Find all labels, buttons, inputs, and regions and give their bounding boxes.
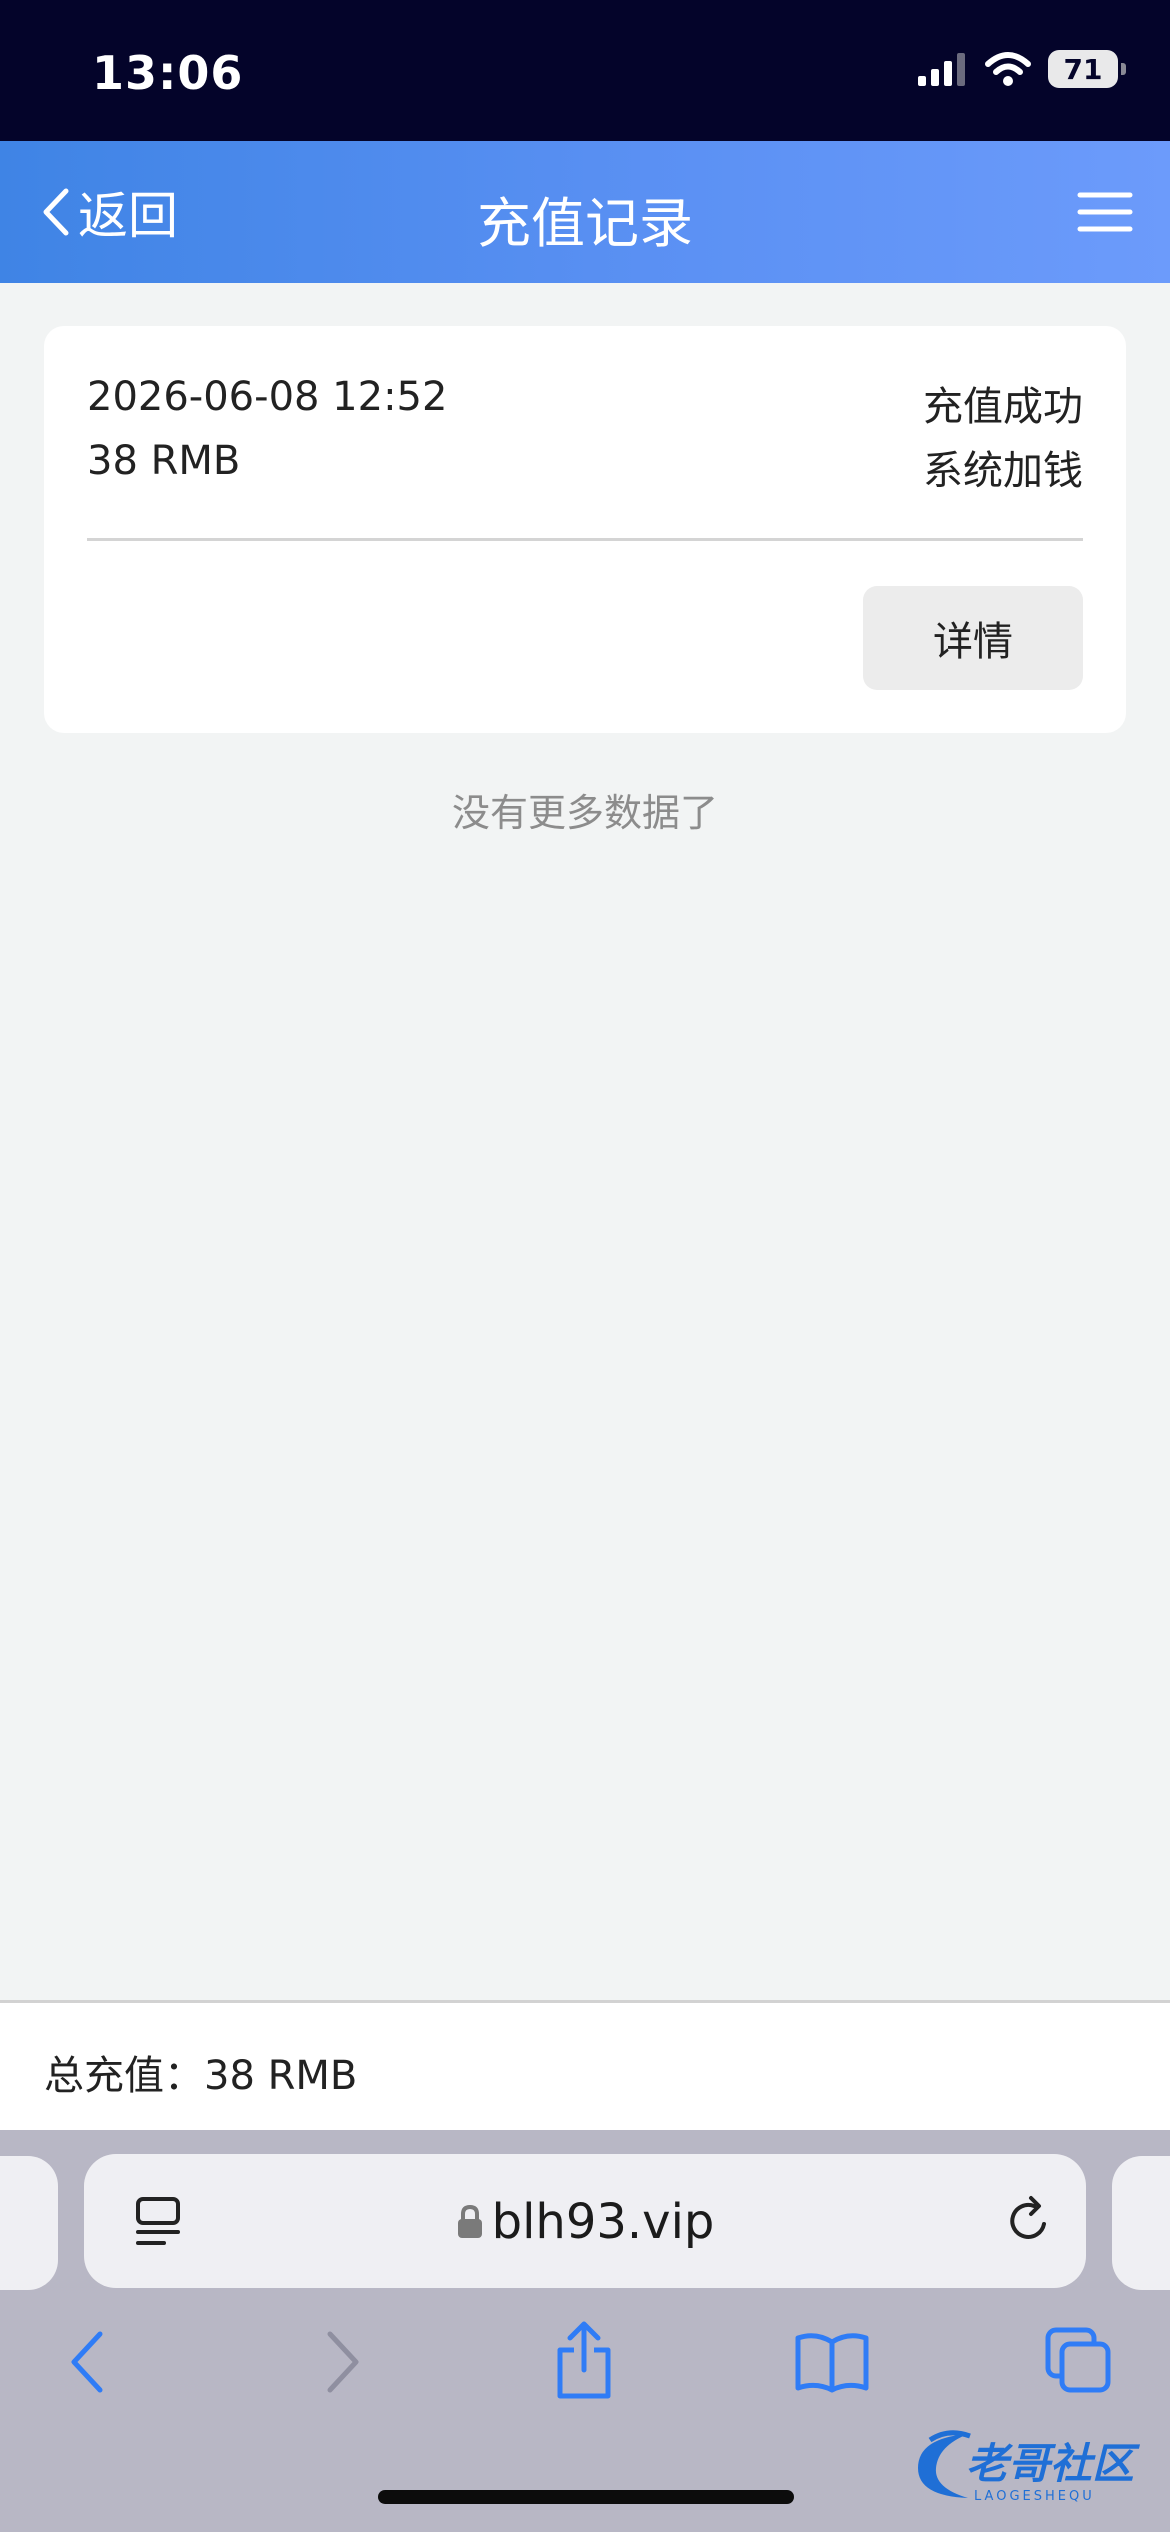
record-card: 2026-06-08 12:52 38 RMB 充值成功 系统加钱 详情 xyxy=(44,326,1126,733)
wifi-icon xyxy=(985,52,1031,86)
url-text: blh93.vip xyxy=(491,2194,715,2250)
address-bar[interactable]: blh93.vip xyxy=(84,2154,1086,2288)
reload-icon[interactable] xyxy=(1004,2194,1054,2248)
record-status: 充值成功 xyxy=(923,384,1083,430)
card-divider xyxy=(87,538,1083,541)
battery-level: 71 xyxy=(1063,52,1103,86)
record-amount: 38 RMB xyxy=(87,438,241,484)
total-recharge-text: 总充值：38 RMB xyxy=(44,2053,358,2099)
list-end-text: 没有更多数据了 xyxy=(451,791,718,835)
watermark-subtext: LAOGESHEQU xyxy=(974,2489,1095,2504)
nav-bar: 返回 充值记录 xyxy=(0,141,1170,283)
record-type: 系统加钱 xyxy=(923,448,1083,494)
status-bar: 13:06 71 xyxy=(0,0,1170,141)
home-indicator xyxy=(378,2490,794,2504)
record-datetime: 2026-06-08 12:52 xyxy=(87,374,448,420)
tabs-icon[interactable] xyxy=(1044,2326,1114,2396)
detail-button[interactable]: 详情 xyxy=(863,586,1083,690)
watermark-text: 老哥社区 xyxy=(966,2439,1141,2488)
signal-icon xyxy=(918,53,965,86)
lock-icon xyxy=(457,2204,482,2238)
battery-icon: 71 xyxy=(1048,50,1126,88)
menu-icon xyxy=(1077,192,1133,232)
url-display: blh93.vip xyxy=(84,2194,1086,2250)
menu-button[interactable] xyxy=(1074,185,1136,239)
share-icon[interactable] xyxy=(552,2320,616,2400)
bookmarks-icon[interactable] xyxy=(794,2330,870,2394)
back-icon[interactable] xyxy=(68,2330,108,2394)
status-time: 13:06 xyxy=(92,46,244,100)
next-tab-preview[interactable] xyxy=(1112,2156,1170,2290)
dragon-logo-icon: 老哥社区 LAOGESHEQU xyxy=(918,2430,1141,2504)
previous-tab-preview[interactable] xyxy=(0,2156,58,2290)
page-title: 充值记录 xyxy=(477,192,693,255)
total-summary-bar: 总充值：38 RMB xyxy=(0,2000,1170,2130)
status-icons: 71 xyxy=(918,50,1126,88)
watermark-logo: 老哥社区 LAOGESHEQU xyxy=(908,2424,1158,2506)
forward-icon[interactable] xyxy=(322,2330,362,2394)
